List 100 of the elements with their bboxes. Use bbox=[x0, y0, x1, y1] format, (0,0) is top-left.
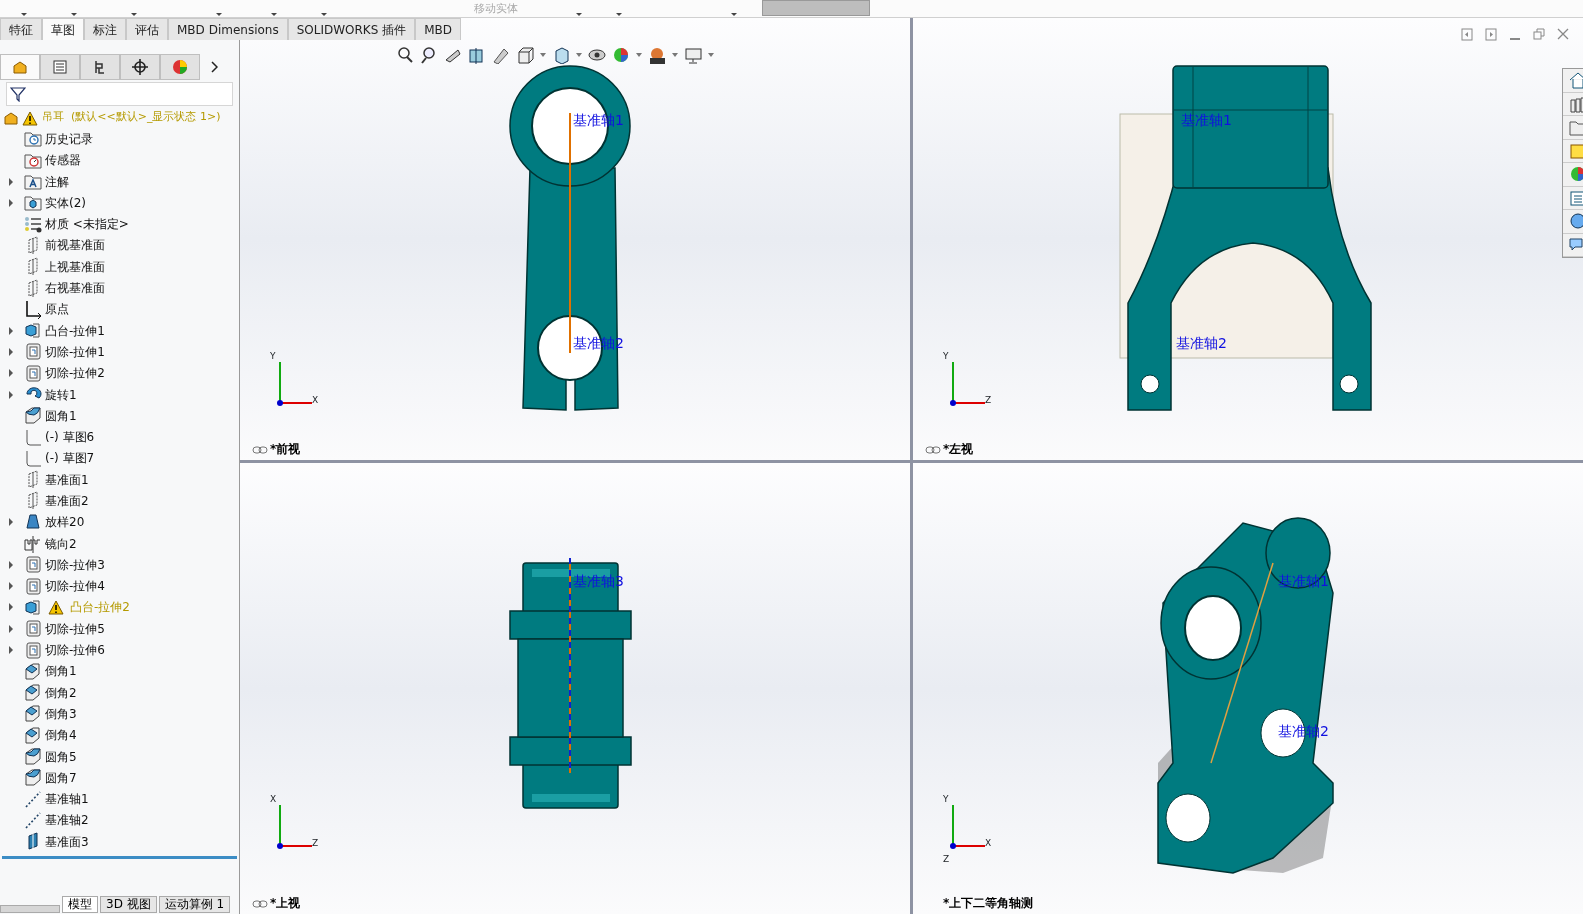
chevron-right-icon[interactable] bbox=[210, 61, 218, 73]
next-icon[interactable] bbox=[1485, 28, 1497, 41]
view-orientation-icon[interactable] bbox=[516, 46, 534, 64]
cut-extrude-icon bbox=[24, 363, 42, 383]
tree-item[interactable]: 倒角4 bbox=[0, 724, 239, 746]
viewport[interactable]: 基准轴1 基准轴2 Y Z *左视 bbox=[913, 18, 1583, 460]
expand-arrow-icon[interactable] bbox=[8, 518, 14, 527]
tree-item[interactable]: 实体(2) bbox=[0, 192, 239, 214]
ribbon-tab[interactable]: MBD Dimensions bbox=[168, 18, 288, 40]
tree-item[interactable]: 右视基准面 bbox=[0, 277, 239, 299]
apply-scene-icon[interactable] bbox=[648, 46, 666, 64]
home-icon[interactable] bbox=[1569, 71, 1583, 90]
close-icon[interactable] bbox=[1557, 28, 1569, 41]
ribbon-tab[interactable]: 评估 bbox=[126, 18, 168, 40]
bottom-tab[interactable]: 模型 bbox=[62, 896, 98, 913]
ribbon-tab[interactable]: MBD bbox=[415, 18, 461, 40]
tree-item[interactable]: 前视基准面 bbox=[0, 234, 239, 257]
zoom-to-fit-icon[interactable] bbox=[396, 46, 414, 64]
expand-arrow-icon[interactable] bbox=[8, 326, 14, 335]
expand-arrow-icon[interactable] bbox=[8, 624, 14, 633]
ribbon-tab[interactable]: 标注 bbox=[84, 18, 126, 40]
tree-item[interactable]: 圆角7 bbox=[0, 767, 239, 789]
tree-item[interactable]: 传感器 bbox=[0, 149, 239, 171]
bottom-tab[interactable]: 3D 视图 bbox=[100, 896, 157, 913]
triad-axis-label: X bbox=[985, 837, 992, 850]
tree-item[interactable]: 上视基准面 bbox=[0, 256, 239, 278]
solid-folder-icon bbox=[24, 193, 42, 213]
tree-item[interactable]: (-) 草图6 bbox=[0, 426, 239, 448]
properties-icon[interactable] bbox=[1569, 188, 1583, 207]
tree-item[interactable]: 切除-拉伸6 bbox=[0, 639, 239, 661]
tree-item[interactable]: 材质 <未指定> bbox=[0, 213, 239, 235]
expand-arrow-icon[interactable] bbox=[8, 582, 14, 591]
tree-item[interactable]: 圆角5 bbox=[0, 745, 239, 768]
triad-axis-label: X bbox=[312, 394, 319, 407]
tree-item[interactable]: 基准轴2 bbox=[0, 809, 239, 832]
tree-item[interactable]: 历史记录 bbox=[0, 128, 239, 150]
boss-extrude-icon bbox=[24, 321, 42, 341]
tree-item[interactable]: 切除-拉伸3 bbox=[0, 554, 239, 576]
bottom-tab[interactable]: 运动算例 1 bbox=[158, 896, 231, 913]
link-icon bbox=[252, 446, 268, 454]
expand-arrow-icon[interactable] bbox=[8, 347, 14, 356]
caret-icon[interactable] bbox=[672, 53, 678, 57]
expand-arrow-icon[interactable] bbox=[8, 603, 14, 612]
axis-icon bbox=[24, 789, 42, 809]
expand-arrow-icon[interactable] bbox=[8, 646, 14, 655]
view-name: *前视 bbox=[270, 441, 301, 458]
triad-axis-label: Y bbox=[270, 350, 276, 363]
tree-item[interactable]: 倒角1 bbox=[0, 660, 239, 682]
expand-arrow-icon[interactable] bbox=[8, 198, 14, 207]
caret-icon[interactable] bbox=[708, 53, 714, 57]
expand-arrow-icon[interactable] bbox=[8, 177, 14, 186]
mirror-icon bbox=[24, 534, 42, 554]
caret-icon[interactable] bbox=[576, 53, 582, 57]
previous-icon[interactable] bbox=[1461, 28, 1473, 41]
tree-item[interactable]: 圆角1 bbox=[0, 405, 239, 427]
filter-field[interactable] bbox=[6, 82, 233, 106]
tree-item[interactable]: 倒角2 bbox=[0, 682, 239, 704]
tree-item[interactable]: 注解 bbox=[0, 170, 239, 193]
tree-item[interactable]: 基准轴1 bbox=[0, 788, 239, 810]
triad-axis-label: Y bbox=[943, 350, 949, 363]
refresh-icon[interactable] bbox=[1569, 212, 1583, 231]
ribbon-tab[interactable]: 特征 bbox=[0, 18, 42, 40]
tree-item[interactable]: 切除-拉伸1 bbox=[0, 341, 239, 363]
cut-extrude-icon bbox=[24, 555, 42, 575]
section-view-icon[interactable] bbox=[468, 46, 486, 64]
monitor-icon[interactable] bbox=[684, 46, 702, 64]
tree-item[interactable]: 基准面2 bbox=[0, 490, 239, 512]
tree-item[interactable]: 放样20 bbox=[0, 511, 239, 533]
expand-arrow-icon[interactable] bbox=[8, 390, 14, 399]
expand-arrow-icon[interactable] bbox=[8, 369, 14, 378]
sketch-icon bbox=[24, 448, 42, 468]
dynamic-annotation-icon[interactable] bbox=[492, 46, 510, 64]
zoom-area-icon[interactable] bbox=[420, 46, 438, 64]
tree-item[interactable]: 倒角3 bbox=[0, 703, 239, 725]
tree-item[interactable]: 凸台-拉伸1 bbox=[0, 319, 239, 342]
hide-show-icon[interactable] bbox=[588, 46, 606, 64]
ribbon-tab[interactable]: 草图 bbox=[42, 18, 84, 40]
tree-item[interactable]: 切除-拉伸5 bbox=[0, 618, 239, 640]
panel-tab[interactable] bbox=[120, 54, 160, 80]
tree-item[interactable]: 基准面1 bbox=[0, 469, 239, 491]
library-icon[interactable] bbox=[1569, 94, 1583, 113]
panel-tab[interactable] bbox=[80, 54, 120, 80]
edit-appearance-icon[interactable] bbox=[612, 46, 630, 64]
tree-item[interactable]: 镜向2 bbox=[0, 532, 239, 555]
fillet-icon bbox=[24, 747, 42, 767]
tree-item[interactable]: 原点 bbox=[0, 298, 239, 320]
triad-axis-label: X bbox=[270, 793, 277, 806]
caret-icon[interactable] bbox=[540, 53, 546, 57]
tree-item[interactable]: 旋转1 bbox=[0, 383, 239, 406]
triad-drawing bbox=[277, 361, 313, 406]
ribbon-tab[interactable]: SOLIDWORKS 插件 bbox=[287, 18, 416, 40]
boss-extrude-icon bbox=[24, 597, 42, 617]
tree-item[interactable]: 切除-拉伸4 bbox=[0, 575, 239, 597]
tree-item[interactable]: 切除-拉伸2 bbox=[0, 362, 239, 384]
expand-arrow-icon[interactable] bbox=[8, 560, 14, 569]
caret-icon[interactable] bbox=[636, 53, 642, 57]
triad-drawing bbox=[277, 804, 313, 849]
tree-item[interactable]: (-) 草图7 bbox=[0, 447, 239, 470]
tree-item[interactable]: 基准面3 bbox=[0, 831, 239, 853]
appearance-icon[interactable] bbox=[1569, 165, 1583, 184]
